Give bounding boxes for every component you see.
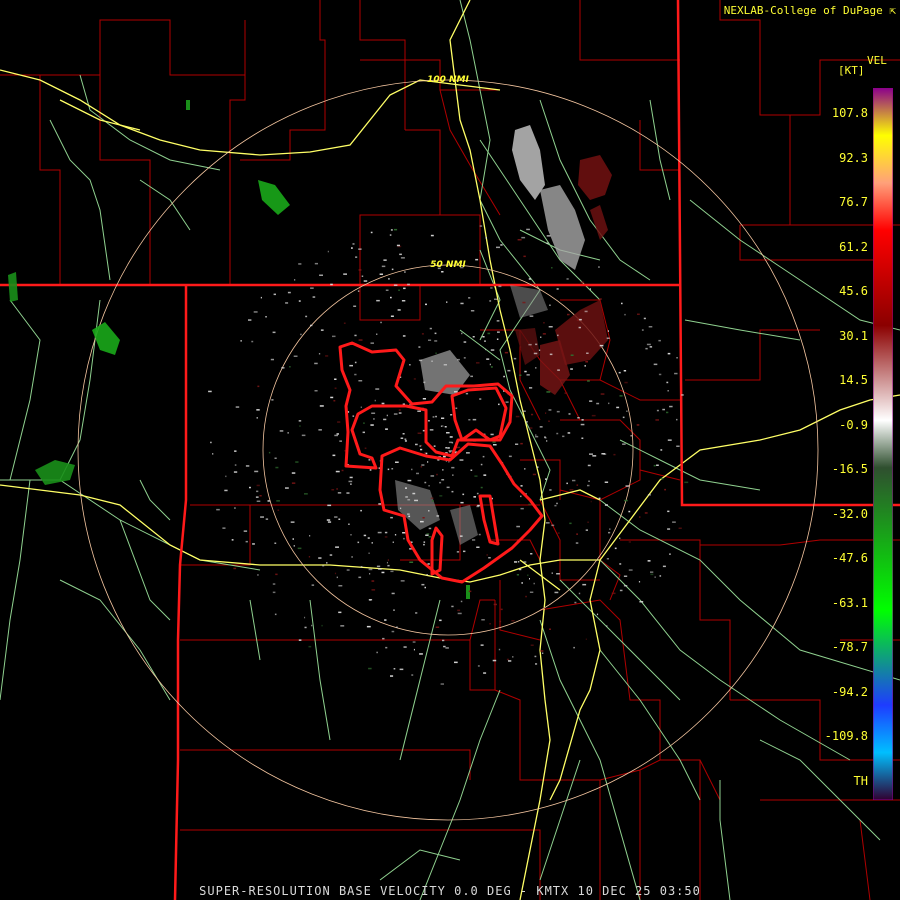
credit-label[interactable]: NEXLAB-College of DuPage ⇱	[724, 4, 896, 17]
legend-tick-label: 92.3	[839, 150, 868, 165]
legend-tick-label: -16.5	[831, 462, 868, 476]
legend-tick-label: -32.0	[831, 506, 868, 521]
legend-title: VEL	[867, 54, 887, 67]
legend-tick-label: 107.8	[831, 106, 868, 120]
legend-units: [KT]	[838, 64, 865, 77]
legend-tick-label: 76.7	[839, 195, 868, 209]
legend-tick-label: -78.7	[831, 640, 868, 654]
legend-tick-label: -94.2	[831, 684, 868, 699]
legend-tick-label: 14.5	[839, 373, 868, 387]
legend-tick-label: -0.9	[839, 417, 868, 432]
legend-tick-label: 61.2	[839, 239, 868, 254]
legend-tick-label: TH	[853, 773, 868, 788]
product-footer: SUPER-RESOLUTION BASE VELOCITY 0.0 DEG -…	[199, 884, 701, 898]
legend-tick-label: -47.6	[831, 551, 868, 565]
legend-tick-label: -109.8	[824, 729, 868, 743]
legend-tick-label: -63.1	[831, 595, 868, 610]
legend-tick-label: 30.1	[839, 328, 868, 343]
radar-map: 100 NMI 50 NMI	[0, 0, 900, 900]
range-ring-label-50: 50 NMI	[430, 260, 466, 270]
map-background	[0, 0, 900, 900]
credit-text: NEXLAB-College of DuPage	[723, 4, 883, 17]
external-link-icon: ⇱	[882, 4, 896, 17]
legend-tick-label: 45.6	[839, 284, 868, 298]
velocity-colorbar	[873, 88, 893, 800]
range-ring-label-100: 100 NMI	[427, 75, 469, 85]
